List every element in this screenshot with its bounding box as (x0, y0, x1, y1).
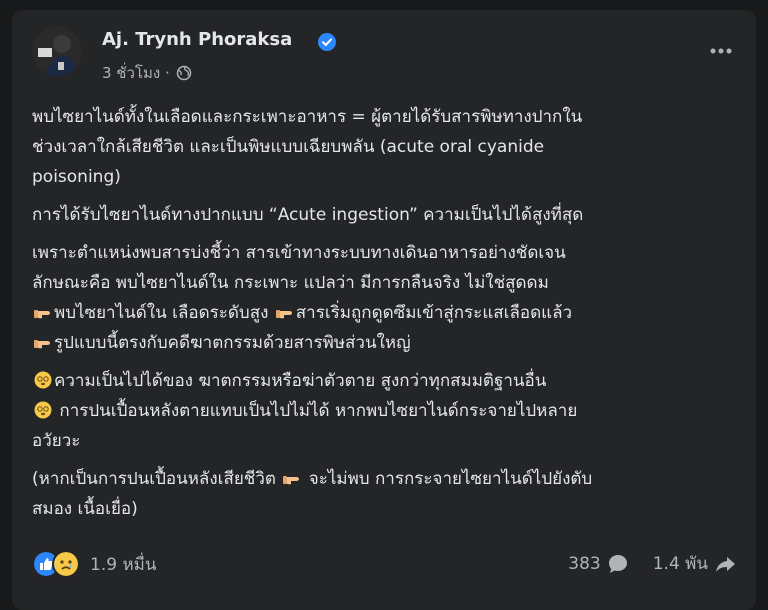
emoji-line-text: รูปแบบนี้ตรงกับคดีฆาตกรรมด้วยสารพิษส่วนใ… (54, 333, 411, 353)
emoji-line-text: (หากเป็นการปนเปื้อนหลังเสียชีวิต (32, 469, 276, 489)
emoji-line: รูปแบบนี้ตรงกับคดีฆาตกรรมด้วยสารพิษส่วนใ… (32, 328, 740, 358)
post-footer: 1.9 หมื่น 383 1.4 พัน (32, 550, 736, 578)
text-line: เพราะตำแหน่งพบสารบ่งชี้ว่า สารเข้าทางระบ… (32, 243, 566, 263)
shares-stat[interactable]: 1.4 พัน (653, 550, 736, 577)
paragraph-2: การได้รับไซยาไนด์ทางปากแบบ “Acute ingest… (32, 200, 740, 230)
comments-stat[interactable]: 383 (568, 553, 628, 575)
comment-icon (608, 554, 627, 573)
text-line: ช่วงเวลาใกล้เสียชีวิต และเป็นพิษแบบเฉียบ… (32, 137, 545, 157)
reactions-summary[interactable]: 1.9 หมื่น (32, 550, 156, 578)
backhand-index-pointing-right-icon (34, 340, 50, 349)
post-meta: 3 ชั่วโมง · (102, 61, 192, 85)
avatar-image (32, 26, 82, 76)
post-header: Aj. Trynh Phoraksa 3 ชั่วโมง · (32, 26, 736, 82)
post-card: Aj. Trynh Phoraksa 3 ชั่วโมง · พบไซยาไนด… (12, 10, 756, 610)
backhand-index-pointing-right-icon (275, 310, 292, 319)
globe-icon (176, 65, 191, 81)
text-line: poisoning) (32, 167, 121, 187)
backhand-index-pointing-right-icon (34, 310, 50, 319)
emoji-line-text: จะไม่พบ การกระจายไซยาไนด์ไปยังตับ (303, 469, 593, 489)
emoji-line: ความเป็นไปได้ของ ฆาตกรรมหรือฆ่าตัวตาย สู… (32, 366, 740, 396)
backhand-index-pointing-right-icon (283, 476, 300, 485)
sad-reaction-icon (52, 550, 80, 578)
text-line: อวัยวะ (32, 431, 81, 451)
more-options-button[interactable] (706, 36, 736, 66)
emoji-line-text: พบไซยาไนด์ใน เลือดระดับสูง (54, 303, 269, 323)
paragraph-1: พบไซยาไนด์ทั้งในเลือดและกระเพาะอาหาร = ผ… (32, 102, 740, 192)
face-with-spiral-eyes-icon (34, 401, 52, 419)
more-options-icon (710, 48, 732, 54)
emoji-line: การปนเปื้อนหลังตายแทบเป็นไปไม่ได้ หากพบไ… (32, 396, 740, 426)
engagement-stats: 383 1.4 พัน (568, 550, 736, 577)
post-body: พบไซยาไนด์ทั้งในเลือดและกระเพาะอาหาร = ผ… (32, 102, 740, 532)
text-line: ลักษณะคือ พบไซยาไนด์ใน กระเพาะ แปลว่า มี… (32, 273, 549, 293)
emoji-line-text: สารเริ่มถูกดูดซึมเข้าสู่กระแสเลือดแล้ว (295, 303, 573, 323)
text-line: พบไซยาไนด์ทั้งในเลือดและกระเพาะอาหาร = ผ… (32, 107, 583, 127)
reactions-count: 1.9 หมื่น (90, 554, 157, 575)
text-line: การได้รับไซยาไนด์ทางปากแบบ “Acute ingest… (32, 205, 584, 225)
author-avatar[interactable] (32, 26, 82, 76)
author-name[interactable]: Aj. Trynh Phoraksa (102, 29, 292, 50)
share-icon (716, 556, 735, 572)
face-with-spiral-eyes-icon (34, 371, 52, 389)
emoji-line: พบไซยาไนด์ใน เลือดระดับสูง สารเริ่มถูกดู… (32, 298, 740, 328)
shares-count: 1.4 พัน (652, 554, 708, 574)
paragraph-4: ความเป็นไปได้ของ ฆาตกรรมหรือฆ่าตัวตาย สู… (32, 366, 740, 456)
paragraph-5: (หากเป็นการปนเปื้อนหลังเสียชีวิต จะไม่พบ… (32, 464, 740, 524)
emoji-line-text: การปนเปื้อนหลังตายแทบเป็นไปไม่ได้ หากพบไ… (54, 401, 578, 421)
verified-badge-icon (318, 33, 336, 51)
comments-count: 383 (568, 553, 601, 574)
emoji-line-text: ความเป็นไปได้ของ ฆาตกรรมหรือฆ่าตัวตาย สู… (54, 371, 547, 391)
paragraph-3: เพราะตำแหน่งพบสารบ่งชี้ว่า สารเข้าทางระบ… (32, 238, 740, 358)
post-time[interactable]: 3 ชั่วโมง · (102, 61, 170, 85)
text-line: สมอง เนื้อเยื่อ) (32, 499, 138, 519)
emoji-line: (หากเป็นการปนเปื้อนหลังเสียชีวิต จะไม่พบ… (32, 464, 740, 494)
